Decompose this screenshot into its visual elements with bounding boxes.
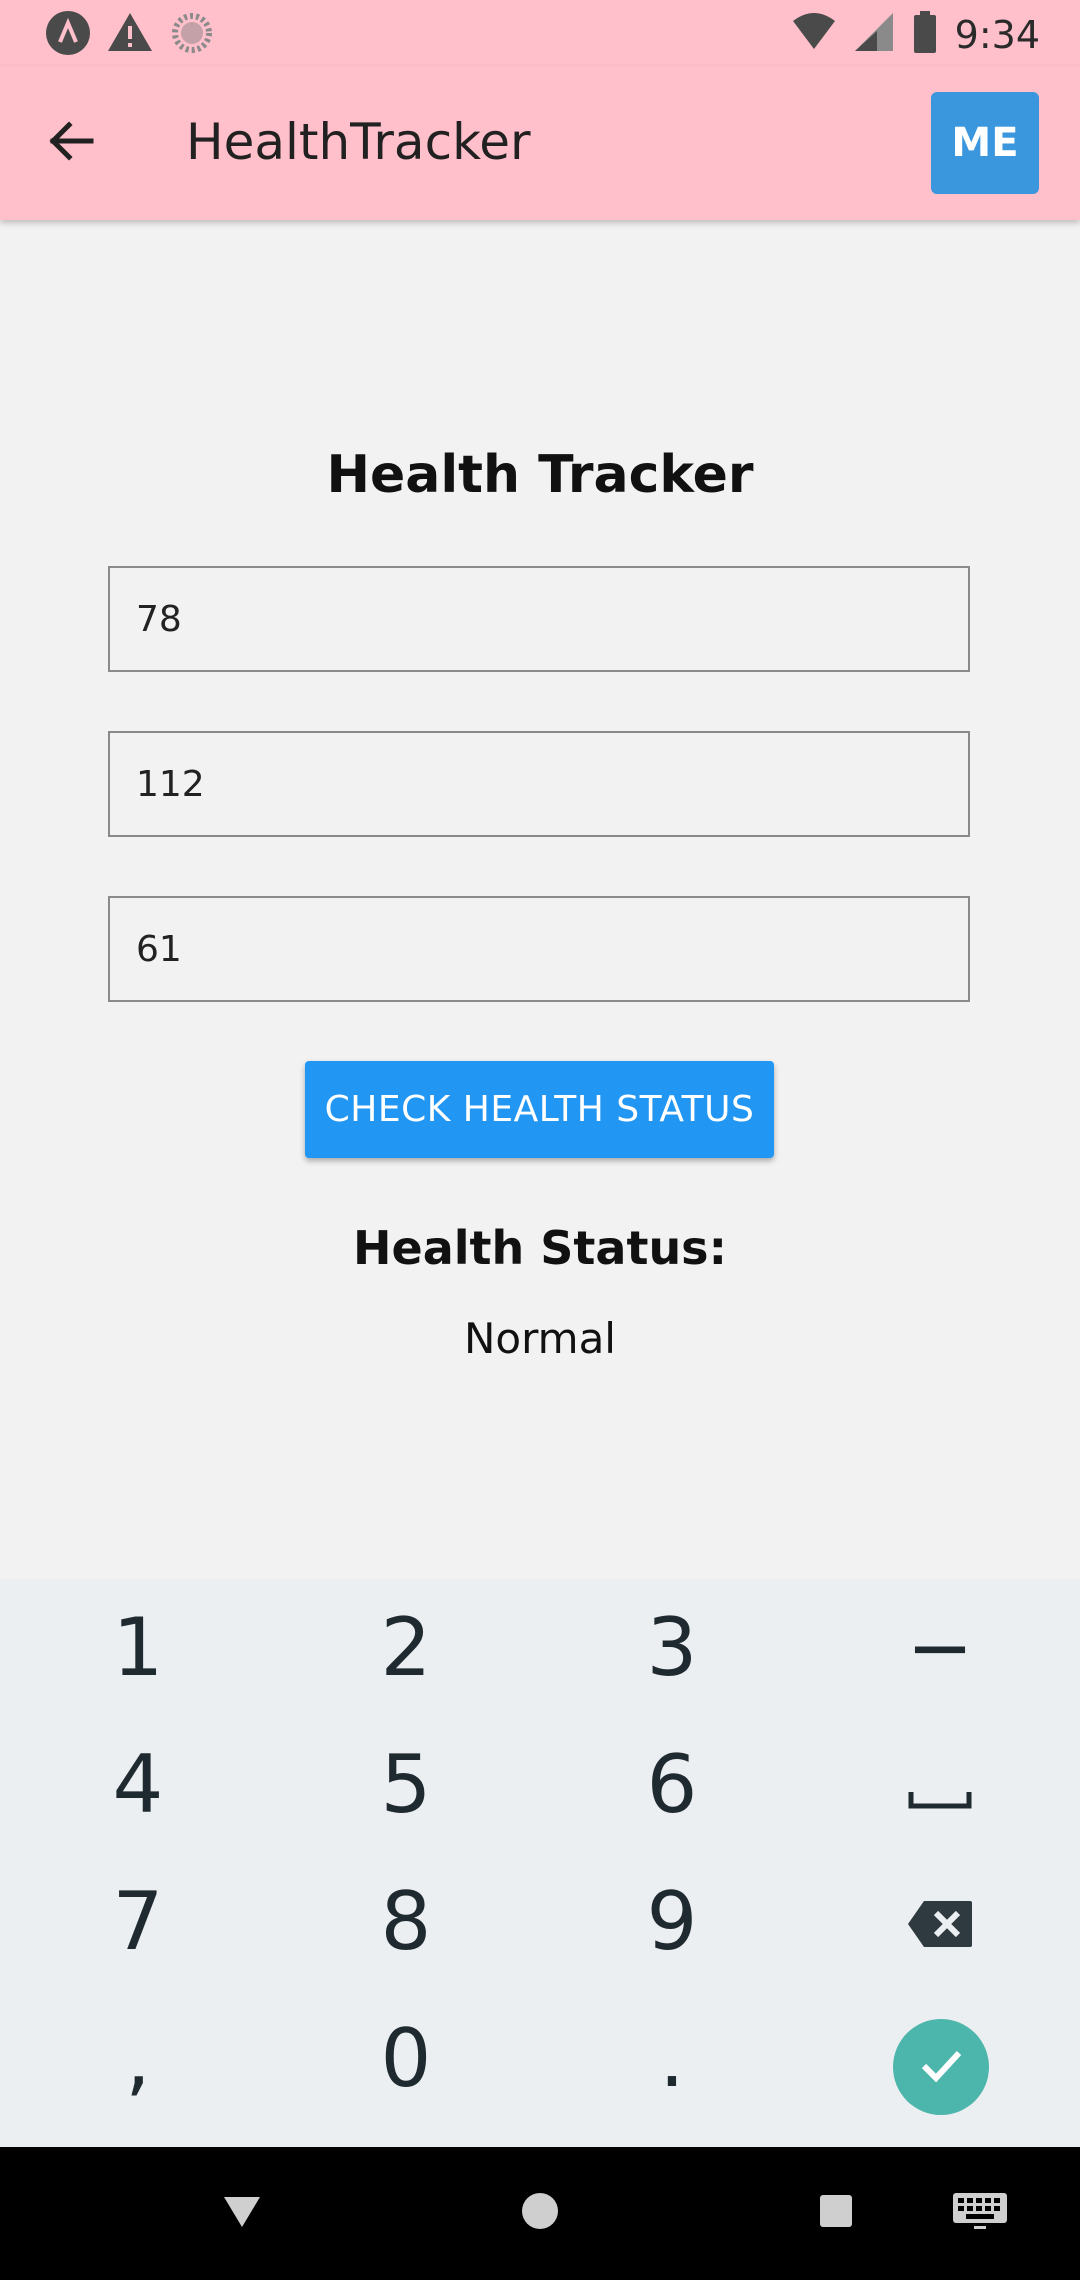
numeric-keyboard: 1 2 3 − 4 5 6 7 8 9 , 0 . [0,1579,1080,2147]
nav-back-button[interactable] [182,2147,302,2280]
health-status-value: Normal [464,1314,616,1363]
status-notifications [44,9,216,62]
key-period[interactable]: . [538,1990,806,2126]
key-1[interactable]: 1 [4,1579,272,1715]
key-comma[interactable]: , [4,1990,272,2126]
key-2[interactable]: 2 [272,1579,540,1715]
arrow-back-icon [47,117,95,170]
status-time: 9:34 [954,12,1040,57]
cellular-signal-icon [853,9,895,60]
key-3[interactable]: 3 [538,1579,806,1715]
done-icon [915,2039,967,2096]
space-icon [908,1738,972,1831]
check-health-status-button[interactable]: CHECK HEALTH STATUS [305,1061,774,1158]
health-status-heading: Health Status: [353,1221,727,1275]
health-input-1[interactable]: 78 [108,566,970,672]
key-minus[interactable]: − [806,1579,1074,1715]
app-notification-icon [44,9,92,62]
key-0[interactable]: 0 [272,1990,540,2126]
key-9[interactable]: 9 [538,1853,806,1989]
warning-icon [106,9,154,62]
backspace-icon [906,1875,974,1968]
key-7[interactable]: 7 [4,1853,272,1989]
key-8[interactable]: 8 [272,1853,540,1989]
key-4[interactable]: 4 [4,1716,272,1852]
profile-button[interactable]: ME [931,92,1039,194]
key-space[interactable] [806,1716,1074,1852]
nav-keyboard-button[interactable] [920,2147,1040,2280]
navigation-bar [0,2147,1080,2280]
keyboard-icon [952,2192,1008,2235]
app-title: HealthTracker [186,113,531,171]
health-input-2[interactable]: 112 [108,731,970,837]
health-input-3[interactable]: 61 [108,896,970,1002]
status-bar: 9:34 [0,0,1080,66]
back-triangle-icon [220,2191,264,2236]
key-backspace[interactable] [806,1853,1074,1989]
recents-square-icon [818,2193,854,2234]
nav-recents-button[interactable] [776,2147,896,2280]
page-heading: Health Tracker [326,445,754,505]
home-circle-icon [520,2191,560,2236]
wifi-icon [791,9,837,60]
key-5[interactable]: 5 [272,1716,540,1852]
key-done[interactable] [893,2019,989,2115]
key-6[interactable]: 6 [538,1716,806,1852]
sync-icon [168,9,216,62]
battery-icon [911,9,939,60]
nav-home-button[interactable] [480,2147,600,2280]
status-system: 9:34 [791,9,1040,60]
back-button[interactable] [34,106,108,180]
app-bar: HealthTracker ME [0,66,1080,220]
